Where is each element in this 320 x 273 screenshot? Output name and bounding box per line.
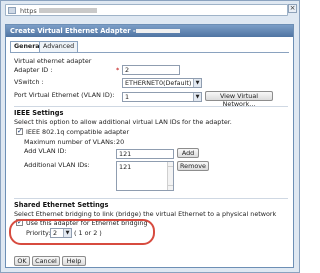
tab-underline bbox=[10, 52, 289, 53]
adapter-id-label: Adapter ID : bbox=[14, 66, 53, 74]
remove-vlan-button-label: Remove bbox=[180, 162, 206, 170]
vswitch-label: VSwitch : bbox=[14, 78, 44, 86]
redacted-url-block bbox=[39, 8, 97, 13]
create-virtual-ethernet-dialog: Create Virtual Ethernet Adapter - Genera… bbox=[5, 24, 294, 268]
cancel-button[interactable]: Cancel bbox=[32, 256, 60, 266]
chevron-down-icon: ▼ bbox=[193, 93, 201, 101]
adapter-id-field[interactable]: 2 bbox=[122, 65, 180, 75]
scroll-up-icon[interactable] bbox=[167, 162, 173, 167]
remove-vlan-button[interactable]: Remove bbox=[177, 161, 209, 171]
section-divider bbox=[14, 106, 288, 107]
port-vlan-select[interactable]: 1 ▼ bbox=[122, 92, 202, 102]
dialog-titlebar: Create Virtual Ethernet Adapter - bbox=[6, 25, 293, 37]
shared-ethernet-description: Select Ethernet bridging to link (bridge… bbox=[14, 210, 277, 218]
add-vlan-label: Add VLAN ID: bbox=[24, 147, 67, 155]
additional-vlans-list[interactable]: 121 bbox=[116, 161, 174, 191]
annotation-highlight bbox=[9, 219, 155, 245]
view-virtual-network-button[interactable]: View Virtual Network... bbox=[205, 91, 273, 108]
ieee-description: Select this option to allow additional v… bbox=[14, 118, 232, 126]
site-icon bbox=[8, 7, 16, 14]
port-vlan-label: Port Virtual Ethernet (VLAN ID): bbox=[14, 91, 115, 99]
scrollbar[interactable] bbox=[167, 162, 173, 190]
address-text: https bbox=[20, 7, 37, 15]
address-bar[interactable]: https bbox=[5, 4, 288, 16]
help-button-label: Help bbox=[66, 257, 82, 265]
max-vlans-label: Maximum number of VLANs: bbox=[24, 138, 116, 146]
scroll-down-icon[interactable] bbox=[167, 185, 173, 190]
ieee-heading: IEEE Settings bbox=[14, 109, 64, 117]
redacted-title-block bbox=[136, 29, 180, 33]
required-star: * bbox=[116, 66, 120, 74]
max-vlans-value: 20 bbox=[116, 138, 125, 146]
help-button[interactable]: Help bbox=[62, 256, 86, 266]
close-icon[interactable]: × bbox=[288, 4, 297, 13]
ok-button[interactable]: OK bbox=[14, 256, 30, 266]
dialog-title: Create Virtual Ethernet Adapter - bbox=[10, 27, 136, 35]
ieee-checkbox[interactable] bbox=[16, 127, 23, 135]
browser-window: https × Create Virtual Ethernet Adapter … bbox=[0, 0, 300, 273]
section-divider bbox=[14, 198, 288, 199]
additional-vlans-label: Additional VLAN IDs: bbox=[24, 161, 90, 169]
adapter-section-label: Virtual ethernet adapter bbox=[14, 57, 92, 65]
chevron-down-icon: ▼ bbox=[193, 79, 201, 87]
tab-advanced[interactable]: Advanced bbox=[39, 41, 79, 52]
vswitch-value: ETHERNET0(Default) bbox=[125, 79, 192, 87]
tab-advanced-label: Advanced bbox=[43, 43, 75, 50]
add-vlan-field[interactable]: 121 bbox=[116, 149, 174, 159]
cancel-button-label: Cancel bbox=[35, 257, 57, 265]
vswitch-select[interactable]: ETHERNET0(Default) ▼ bbox=[122, 78, 202, 88]
tab-general-label: General bbox=[14, 43, 42, 50]
add-vlan-button-label: Add bbox=[181, 149, 195, 157]
add-vlan-button[interactable]: Add bbox=[177, 148, 199, 158]
shared-ethernet-heading: Shared Ethernet Settings bbox=[14, 201, 109, 209]
list-item[interactable]: 121 bbox=[119, 163, 171, 171]
adapter-id-value: 2 bbox=[125, 66, 130, 74]
ieee-checkbox-label: IEEE 802.1q compatible adapter bbox=[26, 128, 130, 136]
ok-button-label: OK bbox=[17, 257, 27, 265]
port-vlan-value: 1 bbox=[125, 93, 130, 101]
add-vlan-value: 121 bbox=[119, 150, 132, 158]
